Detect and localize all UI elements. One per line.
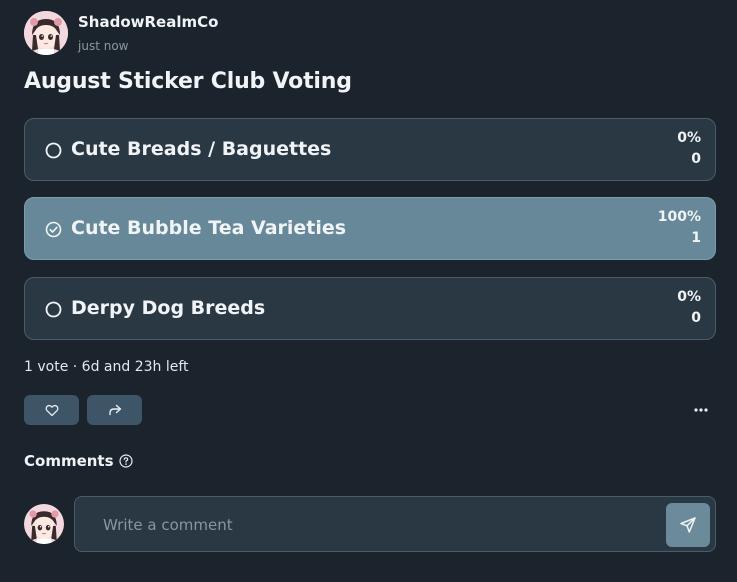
post-title: August Sticker Club Voting (24, 69, 352, 94)
comments-heading-label: Comments (24, 452, 114, 470)
author-name[interactable]: ShadowRealmCo (78, 12, 218, 32)
poll-summary: 1 vote · 6d and 23h left (24, 359, 189, 375)
poll-option-count: 0 (691, 310, 701, 326)
comment-input[interactable] (103, 515, 643, 535)
poll-option-label: Derpy Dog Breeds (71, 297, 266, 319)
poll-option-percent: 100% (657, 209, 701, 225)
poll-option-selected[interactable]: Cute Bubble Tea Varieties 100% 1 (24, 197, 716, 260)
poll-option-count: 0 (691, 151, 701, 167)
radio-empty-icon (45, 142, 62, 159)
poll-option-label: Cute Breads / Baguettes (71, 138, 332, 160)
poll-option-percent: 0% (677, 289, 701, 305)
post-page: ShadowRealmCo just now August Sticker Cl… (0, 0, 737, 582)
author-info: ShadowRealmCo just now (78, 11, 218, 54)
poll-option-label: Cute Bubble Tea Varieties (71, 217, 347, 239)
post-header: ShadowRealmCo just now (24, 11, 218, 55)
author-avatar[interactable] (24, 11, 68, 55)
post-timestamp: just now (78, 39, 129, 53)
radio-empty-icon (45, 301, 62, 318)
comments-heading: Comments (24, 452, 133, 470)
help-icon[interactable] (118, 454, 133, 468)
send-comment-button[interactable] (666, 503, 710, 547)
poll-option-count: 1 (691, 230, 701, 246)
commenter-avatar (24, 504, 64, 544)
heart-icon (45, 404, 59, 417)
check-circle-icon (45, 221, 62, 238)
more-dots-icon (694, 408, 708, 412)
poll-option-percent: 0% (677, 130, 701, 146)
like-button[interactable] (24, 395, 79, 425)
share-button[interactable] (87, 395, 142, 425)
more-options-button[interactable] (690, 400, 712, 420)
poll-option[interactable]: Derpy Dog Breeds 0% 0 (24, 277, 716, 340)
poll-option[interactable]: Cute Breads / Baguettes 0% 0 (24, 118, 716, 181)
comment-composer (74, 496, 716, 552)
share-arrow-icon (108, 404, 122, 416)
send-icon (679, 516, 697, 534)
